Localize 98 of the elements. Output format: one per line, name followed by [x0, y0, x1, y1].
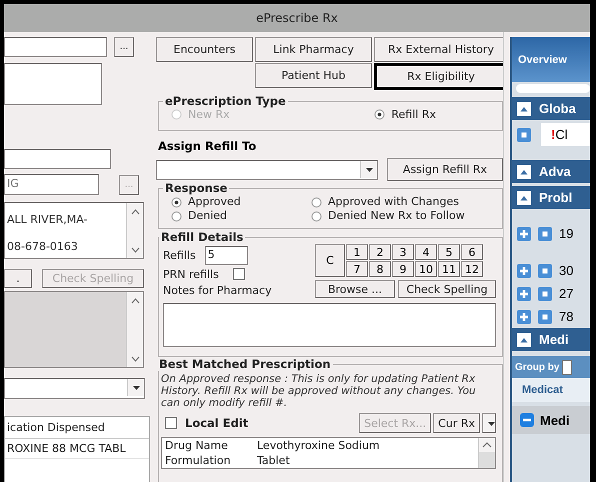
number-key[interactable]: 5 — [438, 244, 460, 260]
checkbox-label: Local Edit — [185, 416, 248, 430]
toolbar-button[interactable]: Link Pharmacy — [255, 37, 372, 62]
square-icon[interactable] — [538, 264, 552, 278]
group-by-field[interactable] — [562, 360, 572, 374]
table-cell-text: Drug Name — [164, 438, 229, 453]
toolbar-button[interactable]: Patient Hub — [255, 62, 372, 88]
input-field[interactable] — [4, 37, 107, 57]
assign-refill-button[interactable]: Assign Refill Rx — [386, 158, 503, 181]
number-key[interactable]: 8 — [369, 261, 391, 277]
dropdown[interactable] — [4, 378, 145, 399]
browse-button[interactable]: ... — [114, 37, 134, 57]
section-label: Assign Refill To — [158, 139, 258, 153]
current-rx-button[interactable]: Cur Rx — [433, 413, 480, 433]
column-header: ication Dispensed — [5, 417, 149, 439]
radio-button[interactable] — [311, 196, 322, 208]
group-by-label: Group by — [515, 362, 560, 372]
notes-area[interactable] — [163, 303, 496, 347]
alert-mark: ! — [551, 127, 556, 142]
group-title: Response — [164, 181, 228, 195]
square-icon[interactable] — [538, 286, 552, 300]
field-label: Refills — [163, 248, 196, 262]
group-title: Refill Details — [160, 230, 244, 244]
pharmacy-field[interactable]: IG — [4, 174, 99, 195]
scrollbar-button[interactable] — [478, 438, 495, 453]
number-key[interactable]: 6 — [461, 244, 483, 260]
column-header: Medicat — [512, 378, 590, 402]
info-note: On Approved response : This is only for updating Patient Rx History. Refill Rx will be approved without any changes. You can only modify refill #. — [161, 373, 477, 409]
field-label: PRN refills — [163, 268, 219, 280]
group-title: Medi — [540, 412, 570, 428]
radio-button[interactable] — [374, 109, 386, 120]
plus-icon[interactable] — [517, 226, 531, 240]
section-header[interactable]: Probl — [512, 186, 590, 209]
checkbox[interactable] — [232, 268, 245, 280]
checkbox[interactable] — [165, 417, 177, 429]
table-cell: ROXINE 88 MCG TABL — [5, 439, 149, 459]
dropdown[interactable] — [156, 160, 378, 180]
text-area[interactable] — [4, 63, 102, 105]
number-key[interactable]: 10 — [415, 261, 437, 277]
radio-button[interactable] — [311, 210, 322, 222]
radio-button[interactable] — [171, 196, 182, 208]
refills-field[interactable]: 5 — [204, 246, 248, 264]
number-key[interactable]: 4 — [415, 244, 437, 260]
plus-icon[interactable] — [517, 264, 531, 278]
number-key[interactable]: 9 — [392, 261, 414, 277]
minus-icon[interactable] — [520, 413, 534, 427]
square-icon[interactable] — [538, 310, 552, 324]
number-key[interactable]: 3 — [392, 244, 414, 260]
problem-text: 27 — [559, 286, 574, 301]
browse-button[interactable]: . — [4, 269, 32, 288]
group-title: Best Matched Prescription — [158, 357, 332, 371]
radio-label: Approved — [188, 195, 241, 209]
section-header[interactable]: Medi — [512, 328, 590, 351]
number-key[interactable]: 11 — [438, 261, 460, 277]
radio-label: Refill Rx — [391, 108, 436, 121]
problem-text: 78 — [559, 309, 574, 324]
table-cell-text: Levothyroxine Sodium — [256, 438, 381, 453]
search-field[interactable] — [516, 84, 590, 93]
toolbar-button[interactable]: Rx External History — [374, 37, 503, 62]
table-cell-text: Formulation — [164, 453, 232, 468]
radio-label: Approved with Changes — [328, 195, 459, 209]
number-key[interactable]: 7 — [346, 261, 368, 277]
address-line: ALL RIVER,MA- — [7, 212, 89, 228]
toolbar-button[interactable]: Encounters — [156, 37, 253, 62]
plus-icon[interactable] — [517, 286, 531, 300]
number-key[interactable]: 1 — [346, 244, 368, 260]
section-header[interactable]: Adva — [512, 160, 590, 183]
check-spelling-button[interactable]: Check Spelling — [398, 280, 496, 298]
radio-button[interactable] — [171, 210, 182, 222]
browse-button[interactable]: Browse ... — [315, 280, 395, 298]
overview-tab[interactable]: Overview — [512, 37, 590, 82]
input-field[interactable] — [4, 149, 111, 169]
scrollbar-track[interactable] — [478, 453, 495, 468]
collapse-icon[interactable] — [517, 190, 531, 204]
plus-icon[interactable] — [517, 310, 531, 324]
scroll-up-icon — [479, 438, 495, 452]
alert-text: Cl — [555, 127, 568, 142]
radio-label: New Rx — [188, 108, 230, 121]
collapse-icon[interactable] — [517, 102, 531, 116]
group-title: ePrescription Type — [164, 94, 287, 108]
window-title: ePrescribe Rx — [256, 11, 338, 25]
radio-label: Denied — [188, 209, 228, 223]
number-key[interactable]: 12 — [461, 261, 483, 277]
square-icon[interactable] — [538, 226, 552, 240]
clear-key[interactable]: C — [315, 244, 345, 277]
problem-text: 30 — [559, 263, 574, 278]
table-cell-text: Tablet — [256, 453, 291, 468]
toolbar-button[interactable]: Rx Eligibility — [374, 62, 503, 90]
section-header[interactable]: Globa — [512, 97, 590, 120]
number-key[interactable]: 2 — [369, 244, 391, 260]
address-line: 08-678-0163 — [7, 239, 79, 255]
notes-area[interactable] — [4, 291, 144, 368]
collapse-icon[interactable] — [517, 332, 531, 346]
problem-text: 19 — [559, 226, 574, 241]
square-icon[interactable] — [517, 128, 531, 142]
field-label: Notes for Pharmacy — [163, 284, 272, 296]
radio-label: Denied New Rx to Follow — [328, 209, 465, 223]
collapse-icon[interactable] — [517, 164, 531, 178]
